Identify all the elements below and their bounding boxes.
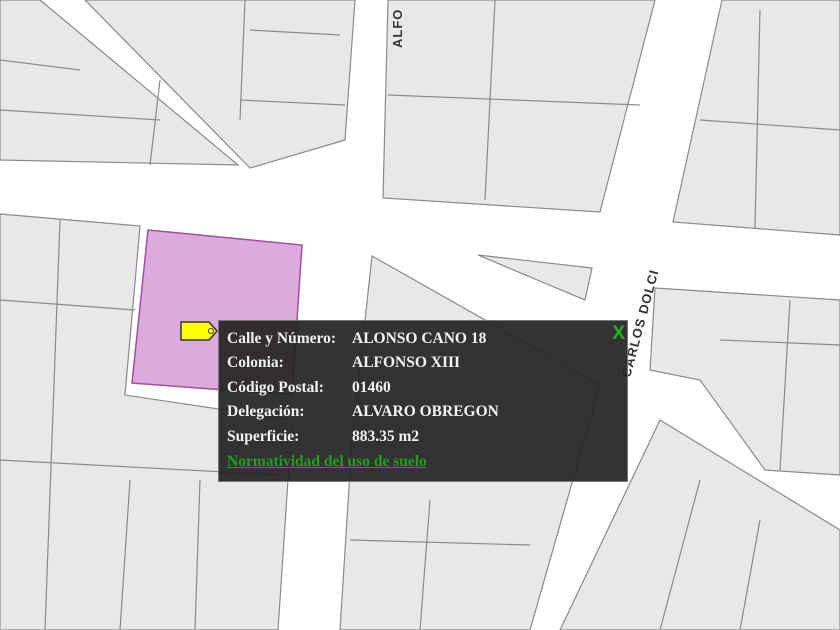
field-label: Calle y Número: [227, 330, 337, 347]
close-button[interactable]: X [612, 323, 625, 345]
field-value: 01460 [352, 379, 391, 396]
parcel-info-popup: X Calle y Número: ALONSO CANO 18 Colonia… [218, 320, 628, 482]
field-label: Colonia: [227, 354, 284, 371]
map-canvas[interactable]: ALFO CARLOS DOLCI [0, 0, 840, 630]
location-marker-icon[interactable] [180, 321, 218, 341]
land-use-regulation-link[interactable]: Normatividad del uso de suelo [227, 453, 427, 471]
city-blocks [0, 0, 840, 630]
field-label: Código Postal: [227, 379, 324, 396]
field-value: 883.35 m2 [352, 428, 420, 445]
field-label: Delegación: [227, 403, 305, 420]
street-label-alfonso: ALFO [390, 9, 405, 48]
field-value: ALONSO CANO 18 [352, 330, 487, 347]
field-value: ALFONSO XIII [352, 354, 461, 371]
field-value: ALVARO OBREGON [352, 403, 499, 420]
field-label: Superficie: [227, 428, 300, 445]
